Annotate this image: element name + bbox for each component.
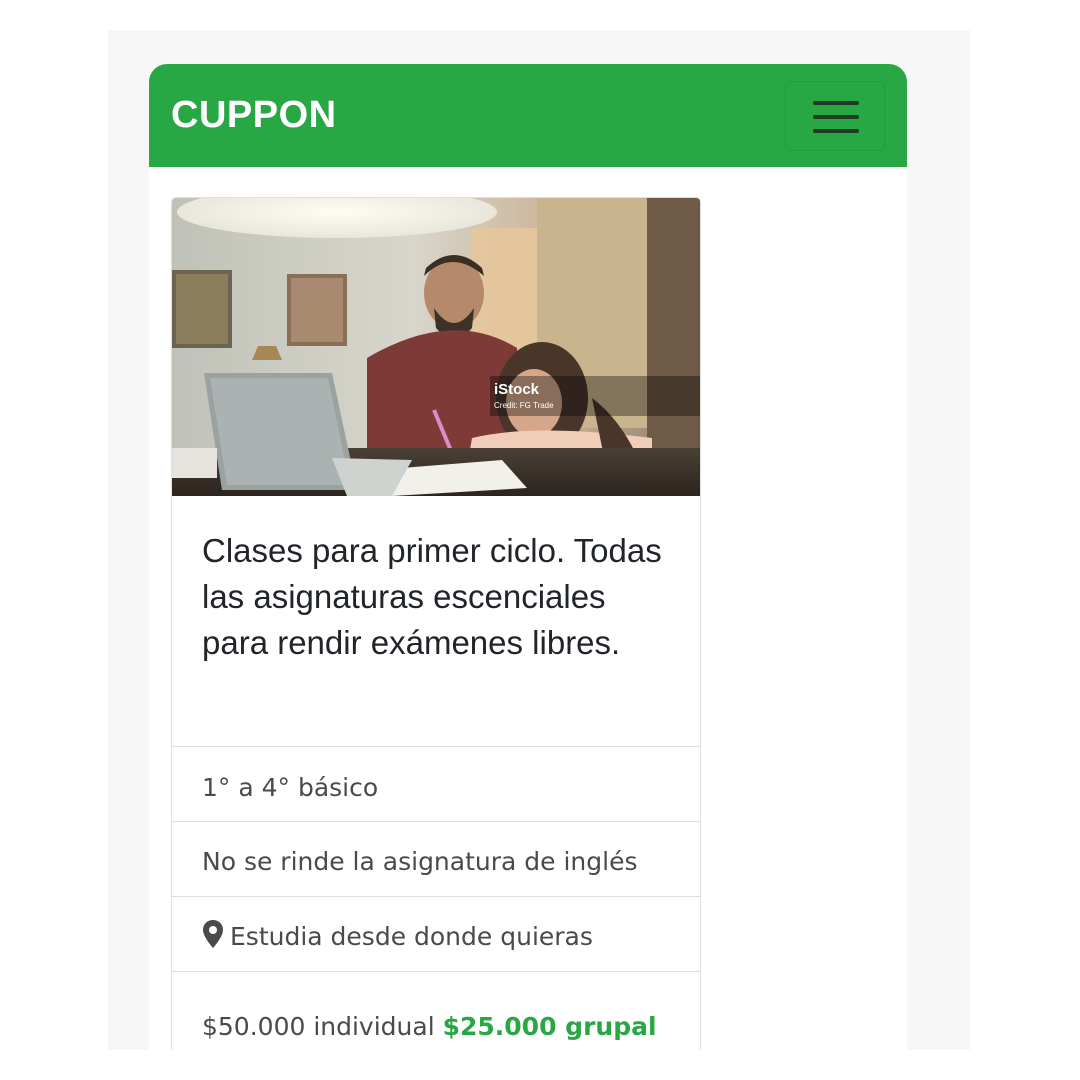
navbar: CUPPON xyxy=(149,64,907,167)
brand-logo[interactable]: CUPPON xyxy=(171,94,337,137)
list-item-note: No se rinde la asignatura de inglés xyxy=(172,821,700,896)
watermark-brand: iStock xyxy=(494,381,540,398)
list-item-location: Estudia desde donde quieras xyxy=(172,896,700,971)
course-card: iStock Credit: FG Trade Clases para prim… xyxy=(171,197,701,1050)
watermark-credit: Credit: FG Trade xyxy=(494,401,554,410)
mobile-viewport: CUPPON iStock Credit: FG Trade Clases pa… xyxy=(149,64,907,1050)
location-text: Estudia desde donde quieras xyxy=(230,922,593,951)
price-group: $25.000 grupal xyxy=(442,1012,657,1041)
level-text: 1° a 4° básico xyxy=(202,773,379,802)
page: CUPPON iStock Credit: FG Trade Clases pa… xyxy=(0,0,1080,1080)
course-description: Clases para primer ciclo. Todas las asig… xyxy=(202,532,662,661)
course-photo: iStock Credit: FG Trade xyxy=(172,198,700,496)
menu-toggle-button[interactable] xyxy=(785,81,885,151)
list-item-level: 1° a 4° básico xyxy=(172,746,700,821)
note-text: No se rinde la asignatura de inglés xyxy=(202,847,638,876)
price-individual: $50.000 individual xyxy=(202,1012,435,1041)
list-item-price: $50.000 individual $25.000 grupal xyxy=(172,971,700,1050)
map-marker-icon xyxy=(203,920,223,948)
